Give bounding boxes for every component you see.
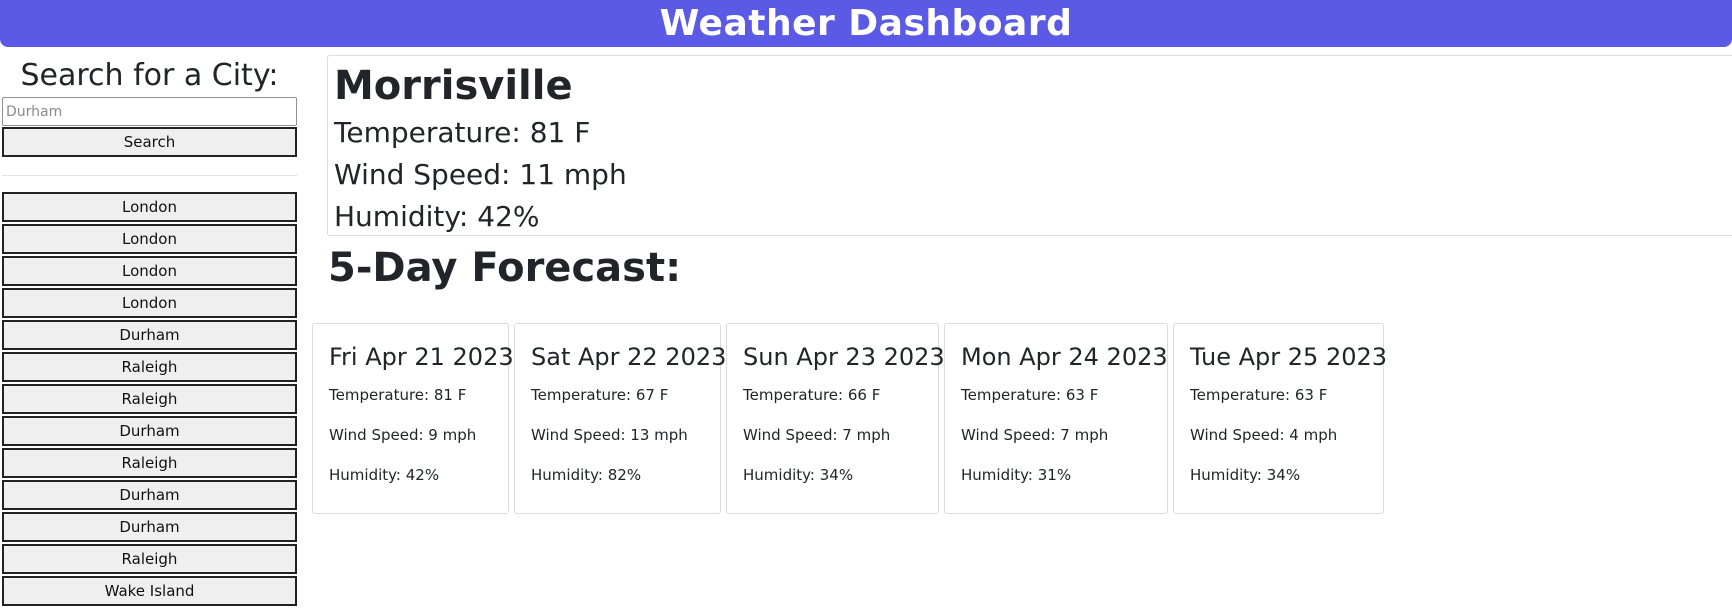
forecast-humidity: Humidity: 42% xyxy=(329,466,440,484)
history-city-button[interactable]: Wake Island xyxy=(2,576,297,606)
history-city-button[interactable]: Durham xyxy=(2,512,297,542)
history-city-button[interactable]: Durham xyxy=(2,480,297,510)
forecast-date: Fri Apr 21 2023 xyxy=(329,343,514,371)
forecast-wind-speed: Wind Speed: 9 mph xyxy=(329,426,477,444)
city-search-input[interactable] xyxy=(2,97,297,126)
history-city-button[interactable]: Raleigh xyxy=(2,448,297,478)
search-history-list: London London London London Durham Ralei… xyxy=(2,192,297,606)
history-city-button[interactable]: London xyxy=(2,224,297,254)
history-city-button[interactable]: Durham xyxy=(2,320,297,350)
current-weather-panel: Morrisville Temperature: 81 F Wind Speed… xyxy=(327,55,1732,236)
forecast-wind-speed: Wind Speed: 7 mph xyxy=(743,426,891,444)
history-city-button[interactable]: Raleigh xyxy=(2,352,297,382)
history-city-button[interactable]: Raleigh xyxy=(2,384,297,414)
forecast-card: Sun Apr 23 2023 Temperature: 66 F Wind S… xyxy=(726,323,945,514)
forecast-temperature: Temperature: 66 F xyxy=(743,386,881,404)
current-temperature: Temperature: 81 F xyxy=(334,116,591,149)
header-bar: Weather Dashboard xyxy=(0,0,1732,47)
forecast-humidity: Humidity: 82% xyxy=(531,466,642,484)
history-city-button[interactable]: London xyxy=(2,192,297,222)
current-wind-speed: Wind Speed: 11 mph xyxy=(334,158,627,191)
search-heading: Search for a City: xyxy=(20,58,279,93)
forecast-wind-speed: Wind Speed: 7 mph xyxy=(961,426,1109,444)
forecast-date: Sun Apr 23 2023 xyxy=(743,343,945,371)
forecast-date: Tue Apr 25 2023 xyxy=(1190,343,1388,371)
forecast-date: Mon Apr 24 2023 xyxy=(961,343,1168,371)
forecast-card: Fri Apr 21 2023 Temperature: 81 F Wind S… xyxy=(312,323,514,514)
forecast-cards: Fri Apr 21 2023 Temperature: 81 F Wind S… xyxy=(312,323,1388,514)
forecast-humidity: Humidity: 31% xyxy=(961,466,1072,484)
history-city-button[interactable]: Raleigh xyxy=(2,544,297,574)
search-button[interactable]: Search xyxy=(2,127,297,157)
sidebar-divider xyxy=(2,175,297,176)
history-city-button[interactable]: London xyxy=(2,256,297,286)
forecast-temperature: Temperature: 63 F xyxy=(1190,386,1328,404)
forecast-humidity: Humidity: 34% xyxy=(743,466,854,484)
forecast-wind-speed: Wind Speed: 4 mph xyxy=(1190,426,1338,444)
history-city-button[interactable]: London xyxy=(2,288,297,318)
history-city-button[interactable]: Durham xyxy=(2,416,297,446)
current-humidity: Humidity: 42% xyxy=(334,200,540,233)
forecast-wind-speed: Wind Speed: 13 mph xyxy=(531,426,688,444)
forecast-humidity: Humidity: 34% xyxy=(1190,466,1301,484)
forecast-card: Sat Apr 22 2023 Temperature: 67 F Wind S… xyxy=(514,323,727,514)
forecast-temperature: Temperature: 63 F xyxy=(961,386,1099,404)
forecast-card: Mon Apr 24 2023 Temperature: 63 F Wind S… xyxy=(944,323,1168,514)
forecast-temperature: Temperature: 81 F xyxy=(329,386,467,404)
sidebar: Search for a City: Search London London … xyxy=(2,58,297,608)
forecast-date: Sat Apr 22 2023 xyxy=(531,343,727,371)
forecast-temperature: Temperature: 67 F xyxy=(531,386,669,404)
current-city-name: Morrisville xyxy=(334,63,573,109)
forecast-heading: 5-Day Forecast: xyxy=(328,245,682,291)
forecast-card: Tue Apr 25 2023 Temperature: 63 F Wind S… xyxy=(1173,323,1388,514)
page-title: Weather Dashboard xyxy=(659,3,1073,44)
